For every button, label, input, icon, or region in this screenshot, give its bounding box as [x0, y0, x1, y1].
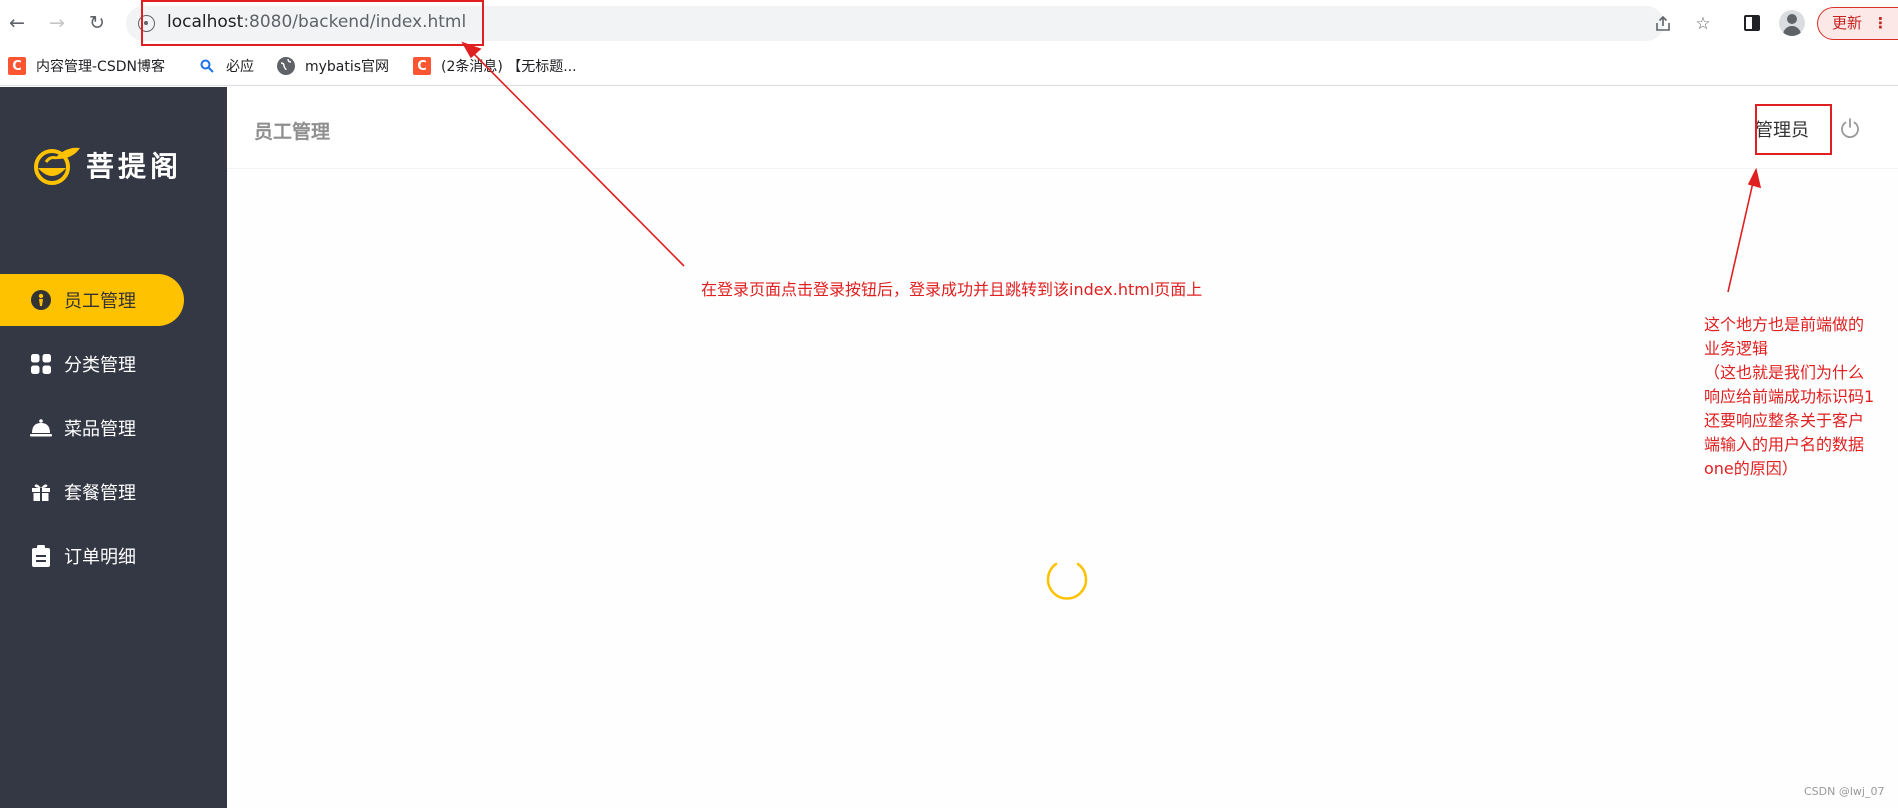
annotation-line: 响应给前端成功标识码1 — [1704, 387, 1875, 406]
bookmark-label: mybatis官网 — [305, 59, 390, 75]
bookmark-item[interactable]: C 内容管理-CSDN博客 — [8, 54, 165, 78]
more-menu-icon[interactable]: ⋮ — [1873, 8, 1888, 39]
csdn-icon: C — [413, 57, 431, 75]
loading-spinner-icon — [1046, 562, 1088, 600]
page-header: 员工管理 管理员 — [227, 87, 1898, 169]
gift-icon — [30, 481, 52, 503]
profile-avatar-icon[interactable] — [1779, 10, 1805, 36]
csdn-icon: C — [8, 57, 26, 75]
bookmark-item[interactable]: 必应 — [198, 54, 254, 78]
bing-icon — [198, 57, 216, 75]
logout-power-icon[interactable] — [1839, 117, 1861, 139]
bookmark-label: 内容管理-CSDN博客 — [36, 59, 165, 75]
sidebar-item-combo[interactable]: 套餐管理 — [0, 466, 184, 518]
user-highlight-box — [1755, 104, 1832, 155]
bookmark-item[interactable]: C (2条消息) 【无标题... — [413, 54, 577, 78]
bookmark-item[interactable]: mybatis官网 — [277, 54, 389, 78]
update-button[interactable]: 更新 ⋮ — [1817, 7, 1898, 40]
sidebar-item-employee[interactable]: 员工管理 — [0, 274, 184, 326]
update-label: 更新 — [1832, 14, 1863, 32]
login-annotation: 在登录页面点击登录按钮后，登录成功并且跳转到该index.html页面上 — [701, 280, 1203, 299]
sidebar-item-label: 员工管理 — [64, 291, 136, 312]
sidebar: 菩提阁 员工管理 分类管理 菜品管理 套餐管理 订单明细 — [0, 87, 227, 808]
logo-text: 菩提阁 — [86, 150, 183, 183]
annotation-line: 这个地方也是前端做的 — [1704, 315, 1865, 334]
back-arrow-icon[interactable]: ← — [4, 10, 30, 36]
bookmark-label: (2条消息) 【无标题... — [441, 59, 577, 75]
sidebar-item-label: 套餐管理 — [64, 483, 136, 504]
bookmark-label: 必应 — [226, 59, 254, 75]
annotation-line: 还要响应整条关于客户 — [1704, 411, 1865, 430]
employee-icon — [30, 289, 52, 311]
bookmark-star-icon[interactable]: ☆ — [1692, 13, 1714, 35]
globe-icon — [277, 57, 295, 75]
main-content — [227, 170, 1898, 808]
share-icon[interactable] — [1652, 13, 1674, 35]
watermark: CSDN @lwj_07 — [1804, 785, 1885, 798]
clipboard-icon — [30, 545, 52, 567]
side-panel-icon[interactable] — [1740, 11, 1764, 35]
sidebar-item-order[interactable]: 订单明细 — [0, 530, 184, 582]
sidebar-item-category[interactable]: 分类管理 — [0, 338, 184, 390]
sidebar-item-dish[interactable]: 菜品管理 — [0, 402, 184, 454]
user-annotation: 这个地方也是前端做的 业务逻辑 （这也就是我们为什么 响应给前端成功标识码1 还… — [1704, 313, 1898, 481]
browser-toolbar: ← → ↻ localhost:8080/backend/index.html … — [0, 0, 1898, 46]
logo-bowl-icon — [32, 144, 82, 186]
category-icon — [30, 353, 52, 375]
annotation-line: 业务逻辑 — [1704, 339, 1769, 358]
annotation-line: one的原因） — [1704, 459, 1798, 478]
app-logo[interactable]: 菩提阁 — [32, 144, 182, 186]
reload-icon[interactable]: ↻ — [84, 10, 110, 36]
bookmarks-bar: C 内容管理-CSDN博客 必应 mybatis官网 C (2条消息) 【无标题… — [0, 46, 1898, 86]
sidebar-item-label: 订单明细 — [64, 547, 136, 568]
sidebar-item-label: 分类管理 — [64, 355, 136, 376]
url-highlight-box — [141, 0, 484, 46]
annotation-line: 端输入的用户名的数据 — [1704, 435, 1865, 454]
forward-arrow-icon[interactable]: → — [44, 10, 70, 36]
sidebar-item-label: 菜品管理 — [64, 419, 136, 440]
dish-icon — [30, 417, 52, 439]
page-title: 员工管理 — [254, 121, 331, 143]
annotation-line: （这也就是我们为什么 — [1704, 363, 1865, 382]
